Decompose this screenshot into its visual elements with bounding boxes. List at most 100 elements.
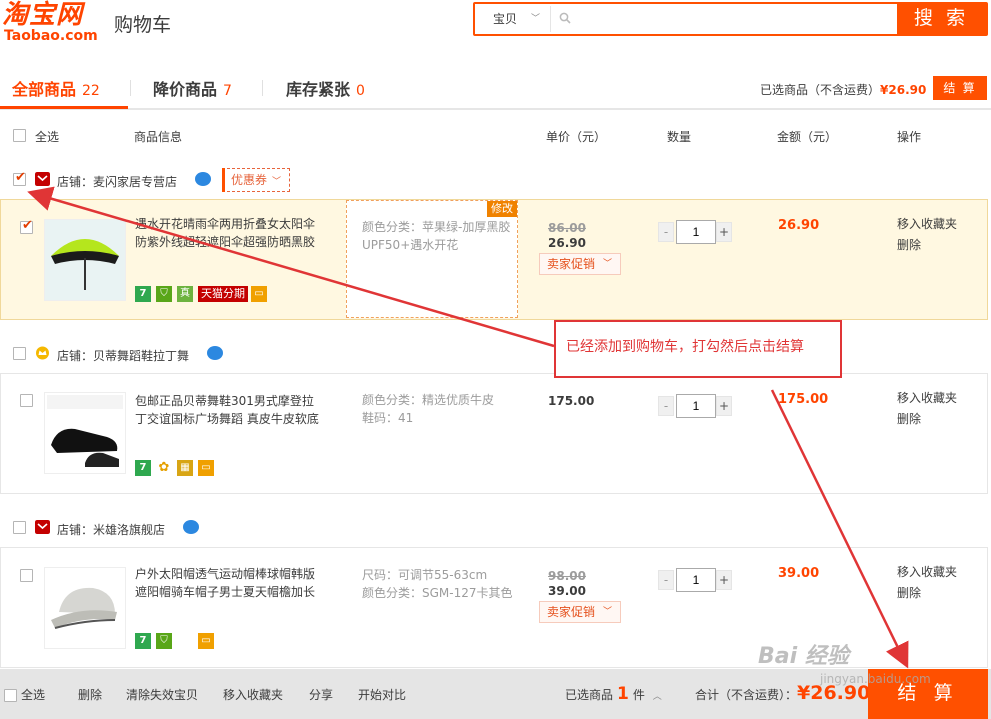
item-title-link[interactable]: 包邮正品贝蒂舞鞋301男式摩登拉丁交谊国标广场舞蹈 真皮牛皮软底 bbox=[135, 392, 320, 428]
quantity-increase-button[interactable]: + bbox=[716, 222, 732, 242]
wangwang-chat-icon[interactable] bbox=[207, 346, 223, 360]
shop-name[interactable]: 店铺：米雄洛旗舰店 bbox=[57, 521, 165, 538]
tab-all-items[interactable]: 全部商品 22 bbox=[12, 76, 100, 100]
shop-checkbox[interactable] bbox=[13, 521, 26, 534]
sun-hat-product-image bbox=[45, 568, 125, 648]
grid-badge-icon[interactable]: ▦ bbox=[177, 460, 193, 476]
quantity-stepper: - + bbox=[658, 220, 732, 244]
move-to-favorites-link[interactable]: 移入收藏夹 bbox=[897, 562, 957, 583]
item-amount: 26.90 bbox=[778, 218, 820, 233]
tab-active-indicator bbox=[0, 106, 128, 109]
bottom-select-all-checkbox[interactable] bbox=[4, 689, 17, 702]
col-action: 操作 bbox=[897, 130, 922, 144]
tab-count: 22 bbox=[82, 83, 100, 99]
bottom-select-all-label[interactable]: 全选 bbox=[21, 686, 45, 703]
tmall-installment-badge[interactable]: 天猫分期 bbox=[198, 286, 248, 302]
quantity-decrease-button[interactable]: - bbox=[658, 222, 674, 242]
authentic-badge[interactable]: 真 bbox=[177, 286, 193, 302]
seven-day-return-badge[interactable]: 7 bbox=[135, 633, 151, 649]
quantity-input[interactable] bbox=[676, 568, 716, 592]
search-bar: 宝贝 ﹀ 搜 索 bbox=[473, 2, 988, 36]
chevron-down-icon: ﹀ bbox=[530, 14, 540, 24]
item-unit-price: 175.00 bbox=[548, 394, 595, 408]
page-title: 购物车 bbox=[114, 14, 172, 36]
promo-label: 卖家促销 bbox=[547, 257, 596, 271]
share-link[interactable]: 分享 bbox=[309, 686, 333, 703]
delete-item-link[interactable]: 删除 bbox=[897, 583, 921, 604]
seller-promo-dropdown[interactable]: 卖家促销 ﹀ bbox=[539, 601, 621, 623]
move-to-favorites-link[interactable]: 移入收藏夹 bbox=[897, 214, 957, 235]
tmall-shop-icon bbox=[35, 172, 50, 186]
credit-card-icon[interactable]: ▭ bbox=[198, 460, 214, 476]
quantity-input[interactable] bbox=[676, 220, 716, 244]
tab-label: 全部商品 bbox=[12, 80, 77, 99]
quantity-increase-button[interactable]: + bbox=[716, 396, 732, 416]
coupon-label: 优惠券 bbox=[231, 173, 268, 187]
quantity-decrease-button[interactable]: - bbox=[658, 396, 674, 416]
delete-item-link[interactable]: 删除 bbox=[897, 409, 921, 430]
select-all-checkbox[interactable] bbox=[13, 129, 26, 142]
item-thumbnail[interactable] bbox=[44, 219, 126, 301]
search-input[interactable] bbox=[553, 6, 893, 32]
item-amount: 175.00 bbox=[778, 392, 829, 407]
flower-badge-icon[interactable]: ✿ bbox=[156, 460, 172, 476]
wangwang-chat-icon[interactable] bbox=[195, 172, 211, 186]
umbrella-product-image bbox=[45, 220, 125, 300]
item-thumbnail[interactable] bbox=[44, 567, 126, 649]
chevron-down-icon: ﹀ bbox=[602, 259, 612, 269]
taobao-logo[interactable]: 淘宝网 bbox=[2, 0, 83, 30]
bottom-delete-link[interactable]: 删除 bbox=[78, 686, 102, 703]
item-unit-price: 26.90 bbox=[548, 236, 586, 250]
tab-price-drop[interactable]: 降价商品 7 bbox=[153, 76, 232, 100]
seven-day-return-badge[interactable]: 7 bbox=[135, 286, 151, 302]
promo-label: 卖家促销 bbox=[547, 605, 596, 619]
selected-count[interactable]: 已选商品 1 件 ︿ bbox=[565, 684, 662, 704]
credit-card-icon[interactable]: ▭ bbox=[198, 633, 214, 649]
quantity-increase-button[interactable]: + bbox=[716, 570, 732, 590]
guarantee-badge[interactable]: ⛉ bbox=[156, 633, 172, 649]
shop-prefix: 店铺： bbox=[57, 349, 94, 363]
item-title-link[interactable]: 遇水开花晴雨伞两用折叠女太阳伞防紫外线超轻遮阳伞超强防晒黑胶 bbox=[135, 215, 320, 251]
quantity-decrease-button[interactable]: - bbox=[658, 570, 674, 590]
bottom-move-fav-link[interactable]: 移入收藏夹 bbox=[223, 686, 283, 703]
item-title-link[interactable]: 户外太阳帽透气运动帽棒球帽韩版遮阳帽骑车帽子男士夏天帽檐加长 bbox=[135, 565, 320, 601]
shop-name[interactable]: 店铺：贝蒂舞蹈鞋拉丁舞 bbox=[57, 347, 189, 364]
shop-name[interactable]: 店铺：麦闪家居专营店 bbox=[57, 173, 177, 190]
tabs-divider bbox=[0, 108, 991, 110]
item-sku-line: 颜色分类：苹果绿-加厚黑胶 bbox=[362, 220, 511, 234]
tab-count: 0 bbox=[356, 83, 365, 99]
edit-sku-button[interactable]: 修改 bbox=[487, 201, 517, 217]
search-button[interactable]: 搜 索 bbox=[897, 4, 986, 34]
shop-checkbox[interactable] bbox=[13, 170, 26, 186]
selected-summary-label: 已选商品（不含运费） bbox=[760, 83, 881, 97]
compare-link[interactable]: 开始对比 bbox=[358, 686, 406, 703]
item-sku-line: 颜色分类：SGM-127卡其色 bbox=[362, 586, 513, 600]
tab-separator bbox=[262, 80, 263, 96]
tab-label: 降价商品 bbox=[153, 80, 218, 99]
shop-name-text: 米雄洛旗舰店 bbox=[93, 523, 166, 537]
item-checkbox[interactable] bbox=[20, 394, 33, 407]
item-checkbox[interactable] bbox=[20, 569, 33, 582]
item-thumbnail[interactable] bbox=[44, 392, 126, 474]
guarantee-badge[interactable]: ⛉ bbox=[156, 286, 172, 302]
col-unit-price: 单价（元） bbox=[546, 130, 607, 144]
coupon-dropdown[interactable]: 优惠券 ﹀ bbox=[222, 168, 290, 192]
selected-count-unit: 件 bbox=[632, 688, 645, 702]
seven-day-return-badge[interactable]: 7 bbox=[135, 460, 151, 476]
clear-invalid-link[interactable]: 清除失效宝贝 bbox=[126, 686, 198, 703]
credit-card-icon[interactable]: ▭ bbox=[251, 286, 267, 302]
tab-low-stock[interactable]: 库存紧张 0 bbox=[286, 76, 365, 100]
top-checkout-button[interactable]: 结 算 bbox=[933, 76, 987, 100]
item-amount: 39.00 bbox=[778, 566, 820, 581]
search-type-select[interactable]: 宝贝 ﹀ bbox=[477, 6, 551, 32]
wangwang-chat-icon[interactable] bbox=[183, 520, 199, 534]
baidu-watermark-url: jingyan.baidu.com bbox=[820, 672, 931, 686]
quantity-input[interactable] bbox=[676, 394, 716, 418]
delete-item-link[interactable]: 删除 bbox=[897, 235, 921, 256]
taobao-logo-text: Taobao.com bbox=[4, 28, 98, 44]
tab-separator bbox=[130, 80, 131, 96]
item-checkbox[interactable] bbox=[20, 218, 33, 234]
shop-checkbox[interactable] bbox=[13, 347, 26, 360]
move-to-favorites-link[interactable]: 移入收藏夹 bbox=[897, 388, 957, 409]
seller-promo-dropdown[interactable]: 卖家促销 ﹀ bbox=[539, 253, 621, 275]
